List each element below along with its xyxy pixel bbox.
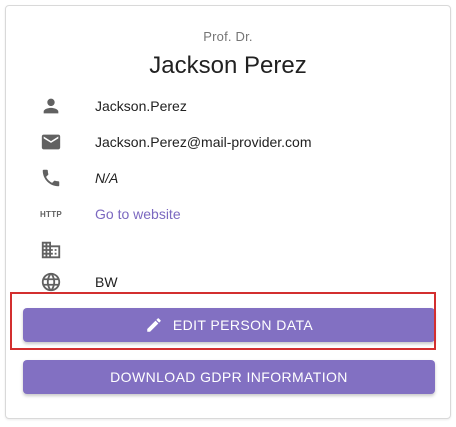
email-value: Jackson.Perez@mail-provider.com	[95, 134, 312, 150]
download-gdpr-label: DOWNLOAD GDPR INFORMATION	[110, 369, 348, 385]
http-icon: HTTP	[39, 202, 63, 226]
building-icon	[39, 238, 63, 262]
email-row: Jackson.Perez@mail-provider.com	[6, 128, 450, 156]
phone-row: N/A	[6, 164, 450, 192]
username-value: Jackson.Perez	[95, 98, 187, 114]
person-card: Prof. Dr. Jackson Perez Jackson.Perez Ja…	[5, 5, 451, 419]
edit-person-data-button[interactable]: EDIT PERSON DATA	[23, 308, 435, 342]
download-gdpr-button[interactable]: DOWNLOAD GDPR INFORMATION	[23, 360, 435, 394]
username-row: Jackson.Perez	[6, 92, 450, 120]
globe-icon	[39, 270, 63, 294]
http-icon-text: HTTP	[39, 209, 63, 219]
country-value: BW	[95, 274, 118, 290]
email-icon	[39, 130, 63, 154]
person-icon	[39, 94, 63, 118]
person-title-prefix: Prof. Dr.	[203, 29, 253, 44]
pencil-icon	[147, 318, 161, 332]
phone-value: N/A	[95, 170, 119, 186]
website-link[interactable]: Go to website	[95, 206, 181, 222]
country-row: BW	[6, 268, 450, 296]
person-name: Jackson Perez	[149, 52, 307, 79]
phone-icon	[39, 166, 63, 190]
edit-person-data-label: EDIT PERSON DATA	[172, 317, 314, 333]
organization-row	[6, 236, 450, 264]
website-row: HTTP Go to website	[6, 200, 450, 228]
